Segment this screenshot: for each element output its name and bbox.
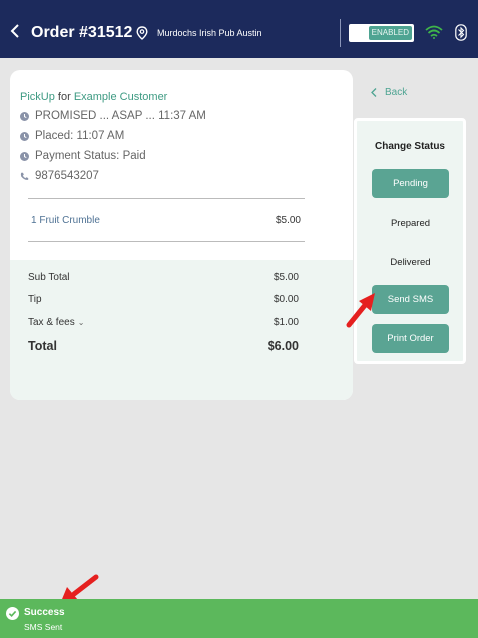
toast-title: Success bbox=[24, 607, 65, 618]
toggle-label: ENABLED bbox=[368, 26, 412, 40]
bluetooth-icon bbox=[455, 24, 467, 41]
customer-name[interactable]: Example Customer bbox=[74, 91, 168, 103]
location-name: Murdochs Irish Pub Austin bbox=[157, 28, 262, 38]
back-link[interactable]: Back bbox=[371, 87, 407, 98]
order-type: PickUp bbox=[20, 91, 55, 103]
pickup-line: PickUp for Example Customer bbox=[20, 91, 167, 103]
order-title: Order #31512 bbox=[31, 24, 133, 41]
placed-row: Placed: 11:07 AM bbox=[20, 130, 124, 142]
chevron-down-icon: ⌄ bbox=[77, 318, 85, 327]
total-value: $6.00 bbox=[267, 339, 299, 353]
divider bbox=[28, 198, 305, 199]
toast-message: SMS Sent bbox=[24, 622, 63, 632]
check-circle-icon bbox=[6, 607, 19, 620]
annotation-arrow bbox=[346, 293, 375, 328]
payment-row: Payment Status: Paid bbox=[20, 150, 146, 162]
wifi-icon bbox=[425, 25, 443, 39]
total-label: Total bbox=[28, 339, 57, 353]
header-divider bbox=[340, 19, 341, 47]
chevron-left-icon bbox=[371, 88, 377, 97]
order-details-card: PickUp for Example Customer PROMISED ...… bbox=[10, 70, 353, 400]
tax-fees-value: $1.00 bbox=[273, 317, 299, 328]
placed-time: Placed: 11:07 AM bbox=[35, 130, 125, 142]
top-bar: Order #31512 Murdochs Irish Pub Austin E… bbox=[0, 0, 478, 58]
for-word: for bbox=[57, 91, 71, 103]
phone-icon bbox=[20, 172, 29, 180]
tip-label: Tip bbox=[28, 294, 42, 305]
tip-value: $0.00 bbox=[273, 294, 299, 305]
clock-icon bbox=[20, 151, 29, 161]
tax-fees-label: Tax & fees bbox=[28, 317, 75, 328]
totals-section: Sub Total $5.00 Tip $0.00 Tax & fees ⌄ $1… bbox=[10, 260, 353, 400]
location-pin-icon bbox=[136, 26, 148, 40]
payment-status: Payment Status: Paid bbox=[35, 150, 146, 162]
clock-icon bbox=[20, 131, 29, 141]
clock-icon bbox=[20, 111, 29, 121]
prepared-option[interactable]: Prepared bbox=[372, 218, 449, 229]
send-sms-button[interactable]: Send SMS bbox=[372, 285, 449, 314]
divider bbox=[28, 241, 305, 242]
promised-row: PROMISED ... ASAP ... 11:37 AM bbox=[20, 110, 206, 122]
print-order-button[interactable]: Print Order bbox=[372, 324, 449, 353]
back-label: Back bbox=[385, 87, 408, 98]
pending-button[interactable]: Pending bbox=[372, 169, 449, 198]
enabled-toggle[interactable]: ENABLED bbox=[349, 24, 414, 42]
promised-time: PROMISED ... ASAP ... 11:37 AM bbox=[35, 110, 206, 122]
subtotal-label: Sub Total bbox=[28, 272, 70, 283]
back-chevron-icon[interactable] bbox=[9, 24, 21, 38]
success-toast: Success SMS Sent bbox=[0, 599, 478, 638]
item-price: $5.00 bbox=[275, 215, 301, 226]
panel-title: Change Status bbox=[374, 141, 445, 152]
tax-fees-toggle[interactable]: Tax & fees ⌄ bbox=[28, 317, 84, 328]
phone-number[interactable]: 9876543207 bbox=[35, 170, 99, 182]
item-name: 1 Fruit Crumble bbox=[31, 215, 100, 226]
phone-row: 9876543207 bbox=[20, 170, 99, 182]
subtotal-value: $5.00 bbox=[273, 272, 299, 283]
delivered-option[interactable]: Delivered bbox=[372, 257, 449, 268]
